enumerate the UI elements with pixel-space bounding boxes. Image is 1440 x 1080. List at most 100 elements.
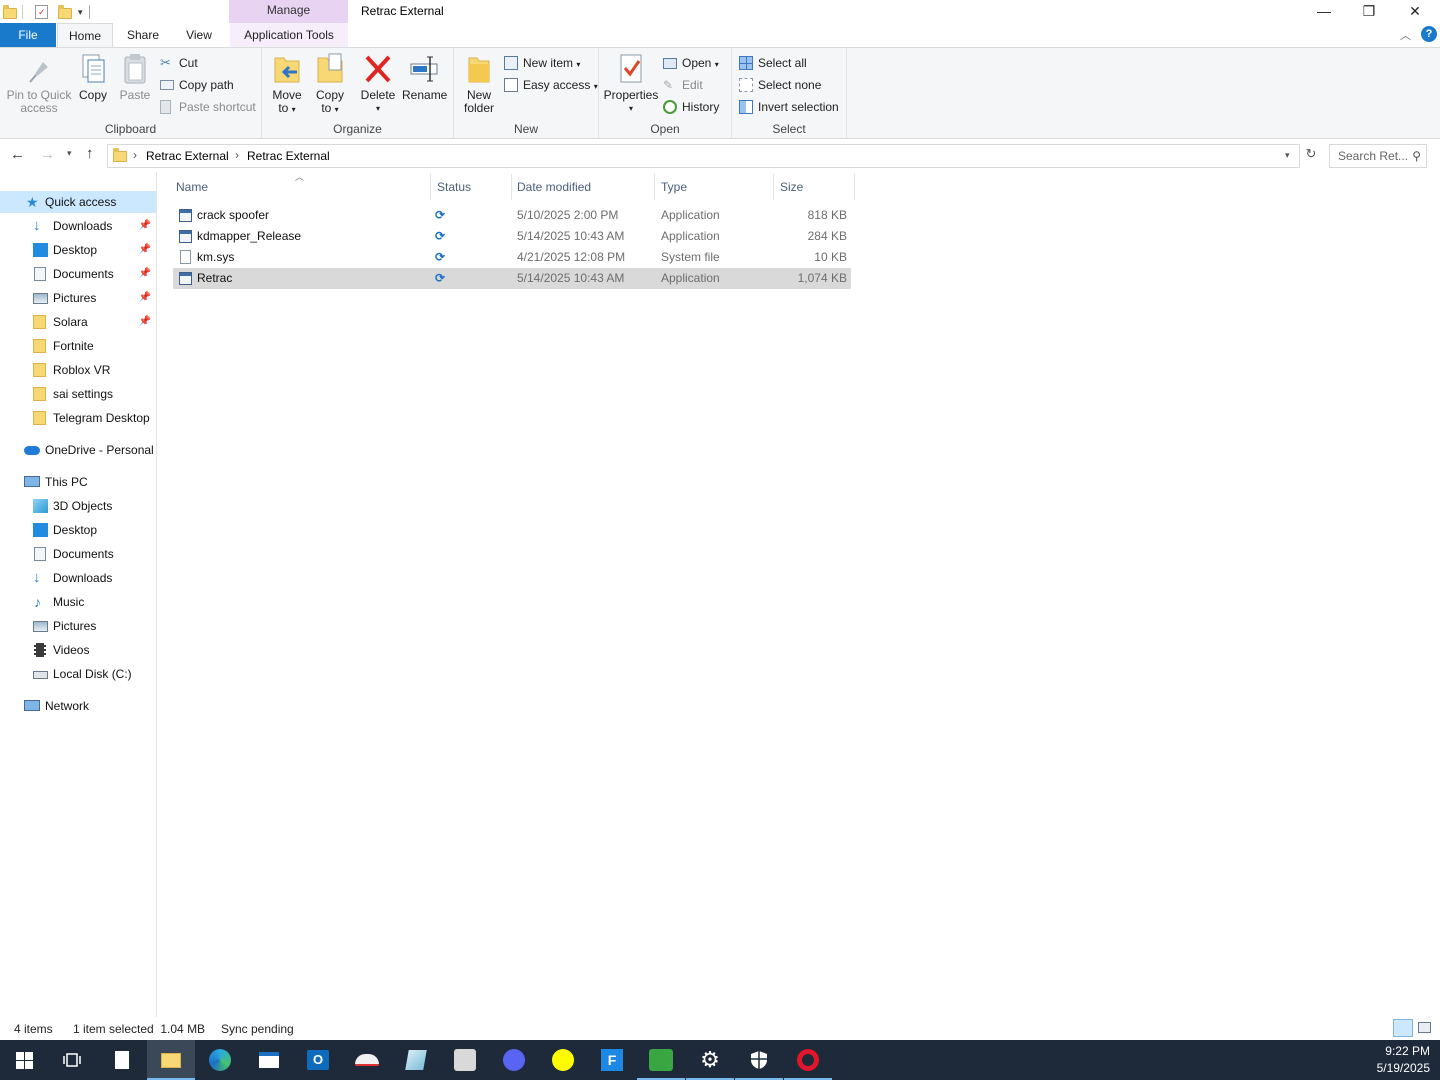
- edit-button[interactable]: ✎ Edit: [663, 75, 703, 95]
- delete-button[interactable]: Delete ▾: [358, 52, 398, 115]
- column-header-size[interactable]: Size: [775, 174, 855, 200]
- column-header-name[interactable]: Name: [171, 174, 431, 200]
- column-header-type[interactable]: Type: [656, 174, 774, 200]
- column-header-date-modified[interactable]: Date modified: [512, 174, 655, 200]
- game-app-icon[interactable]: [637, 1040, 685, 1080]
- edge-browser-icon[interactable]: [196, 1040, 244, 1080]
- invert-selection-button[interactable]: Invert selection: [739, 97, 839, 117]
- back-arrow-icon[interactable]: ←: [10, 146, 25, 163]
- file-row[interactable]: crack spoofer ⟳ 5/10/2025 2:00 PM Applic…: [173, 205, 851, 226]
- minimize-button[interactable]: —: [1301, 0, 1347, 23]
- store-icon[interactable]: [245, 1040, 293, 1080]
- breadcrumb-separator-icon[interactable]: ›: [133, 148, 137, 162]
- history-button[interactable]: History: [663, 97, 719, 117]
- nav-quick-documents[interactable]: Documents 📌: [0, 263, 156, 285]
- copy-path-button[interactable]: Copy path: [160, 75, 234, 95]
- up-arrow-icon[interactable]: ↑: [86, 145, 94, 162]
- address-bar[interactable]: › Retrac External › Retrac External ▾: [107, 144, 1300, 168]
- new-folder-button[interactable]: New folder: [460, 52, 498, 115]
- large-icons-view-icon[interactable]: [1418, 1022, 1431, 1033]
- paste-shortcut-button[interactable]: Paste shortcut: [160, 97, 256, 117]
- breadcrumb-item[interactable]: Retrac External: [146, 149, 229, 163]
- system-clock[interactable]: 9:22 PM 5/19/2025: [1377, 1043, 1430, 1077]
- copy-button[interactable]: Copy: [74, 52, 112, 102]
- tab-home[interactable]: Home: [57, 23, 113, 47]
- nav-network[interactable]: Network: [0, 695, 156, 717]
- security-shield-icon[interactable]: [735, 1040, 783, 1080]
- details-view-icon[interactable]: [1393, 1019, 1413, 1037]
- properties-button[interactable]: Properties ▾: [603, 52, 659, 115]
- refresh-icon[interactable]: ↻: [1301, 146, 1321, 168]
- pin-to-quick-access-button[interactable]: Pin to Quick access: [4, 52, 74, 115]
- copy-to-button[interactable]: Copy to ▾: [310, 52, 350, 116]
- task-view-icon[interactable]: [48, 1040, 96, 1080]
- tab-application-tools[interactable]: Application Tools: [230, 23, 348, 47]
- app-f-icon[interactable]: F: [588, 1040, 636, 1080]
- close-button[interactable]: ✕: [1392, 0, 1438, 23]
- discord-icon[interactable]: [490, 1040, 538, 1080]
- tab-file[interactable]: File: [0, 23, 56, 47]
- app-notes-icon[interactable]: [392, 1040, 440, 1080]
- nav-quick-downloads[interactable]: ↓ Downloads 📌: [0, 215, 156, 237]
- settings-gear-icon[interactable]: ⚙: [686, 1040, 734, 1080]
- breadcrumb-item[interactable]: Retrac External: [247, 149, 330, 163]
- recent-locations-chevron-icon[interactable]: ▾: [67, 148, 72, 159]
- nav-pc-3d-objects[interactable]: 3D Objects: [0, 495, 156, 517]
- customize-qat-icon[interactable]: ▾: [78, 7, 83, 18]
- nav-quick-sai-settings[interactable]: sai settings: [0, 383, 156, 405]
- file-row[interactable]: kdmapper_Release ⟳ 5/14/2025 10:43 AM Ap…: [173, 226, 851, 247]
- notepad-icon[interactable]: [98, 1040, 146, 1080]
- search-icon: ⚲: [1412, 149, 1421, 163]
- file-row[interactable]: km.sys ⟳ 4/21/2025 12:08 PM System file …: [173, 247, 851, 268]
- nav-quick-fortnite[interactable]: Fortnite: [0, 335, 156, 357]
- outlook-icon[interactable]: O: [294, 1040, 342, 1080]
- nav-quick-roblox-vr[interactable]: Roblox VR: [0, 359, 156, 381]
- help-icon[interactable]: ?: [1421, 26, 1437, 42]
- restore-button[interactable]: ❐: [1346, 0, 1392, 23]
- nav-pc-local-disk[interactable]: Local Disk (C:): [0, 663, 156, 685]
- file-explorer-taskbar-icon[interactable]: [147, 1040, 195, 1080]
- nav-pc-documents[interactable]: Documents: [0, 543, 156, 565]
- file-row[interactable]: Retrac ⟳ 5/14/2025 10:43 AM Application …: [173, 268, 851, 289]
- nav-pc-downloads[interactable]: ↓ Downloads: [0, 567, 156, 589]
- column-header-status[interactable]: Status: [432, 174, 512, 200]
- nav-pc-pictures[interactable]: Pictures: [0, 615, 156, 637]
- nav-quick-pictures[interactable]: Pictures 📌: [0, 287, 156, 309]
- snapchat-icon[interactable]: [539, 1040, 587, 1080]
- select-none-button[interactable]: Select none: [739, 75, 821, 95]
- nav-label: sai settings: [53, 387, 114, 401]
- properties-qat-icon[interactable]: ✓: [35, 5, 48, 19]
- manage-context-tab[interactable]: Manage: [229, 0, 348, 23]
- paste-button[interactable]: Paste: [116, 52, 154, 102]
- search-input[interactable]: Search Ret... ⚲: [1329, 144, 1427, 168]
- nav-pc-music[interactable]: ♪ Music: [0, 591, 156, 613]
- tab-view[interactable]: View: [174, 23, 224, 47]
- opera-browser-icon[interactable]: [784, 1040, 832, 1080]
- nav-pc-desktop[interactable]: Desktop: [0, 519, 156, 541]
- address-dropdown-icon[interactable]: ▾: [1285, 150, 1290, 161]
- start-windows-icon[interactable]: [0, 1040, 48, 1080]
- nav-this-pc[interactable]: This PC: [0, 471, 156, 493]
- new-item-button[interactable]: New item ▾: [504, 53, 580, 73]
- new-folder-qat-icon[interactable]: [58, 5, 72, 19]
- breadcrumb-separator-icon[interactable]: ›: [235, 148, 239, 162]
- copy-icon: [77, 52, 109, 86]
- tab-share[interactable]: Share: [118, 23, 168, 47]
- nav-quick-telegram-desktop[interactable]: Telegram Desktop: [0, 407, 156, 429]
- nav-quick-access[interactable]: ★ Quick access: [0, 191, 156, 213]
- app-umbrella-icon[interactable]: [343, 1040, 391, 1080]
- pin-icon: 📌: [138, 244, 151, 255]
- nav-quick-solara[interactable]: Solara 📌: [0, 311, 156, 333]
- cut-button[interactable]: ✂ Cut: [160, 53, 198, 73]
- open-button[interactable]: Open ▾: [663, 53, 719, 73]
- easy-access-button[interactable]: Easy access ▾: [504, 75, 598, 95]
- select-all-button[interactable]: Select all: [739, 53, 807, 73]
- forward-arrow-icon[interactable]: →: [40, 146, 55, 163]
- move-to-button[interactable]: Move to ▾: [266, 52, 308, 116]
- app-disk-icon[interactable]: [441, 1040, 489, 1080]
- nav-quick-desktop[interactable]: Desktop 📌: [0, 239, 156, 261]
- collapse-ribbon-icon[interactable]: ︿: [1400, 27, 1411, 43]
- nav-onedrive[interactable]: OneDrive - Personal: [0, 439, 156, 461]
- nav-pc-videos[interactable]: Videos: [0, 639, 156, 661]
- rename-button[interactable]: Rename: [402, 52, 447, 102]
